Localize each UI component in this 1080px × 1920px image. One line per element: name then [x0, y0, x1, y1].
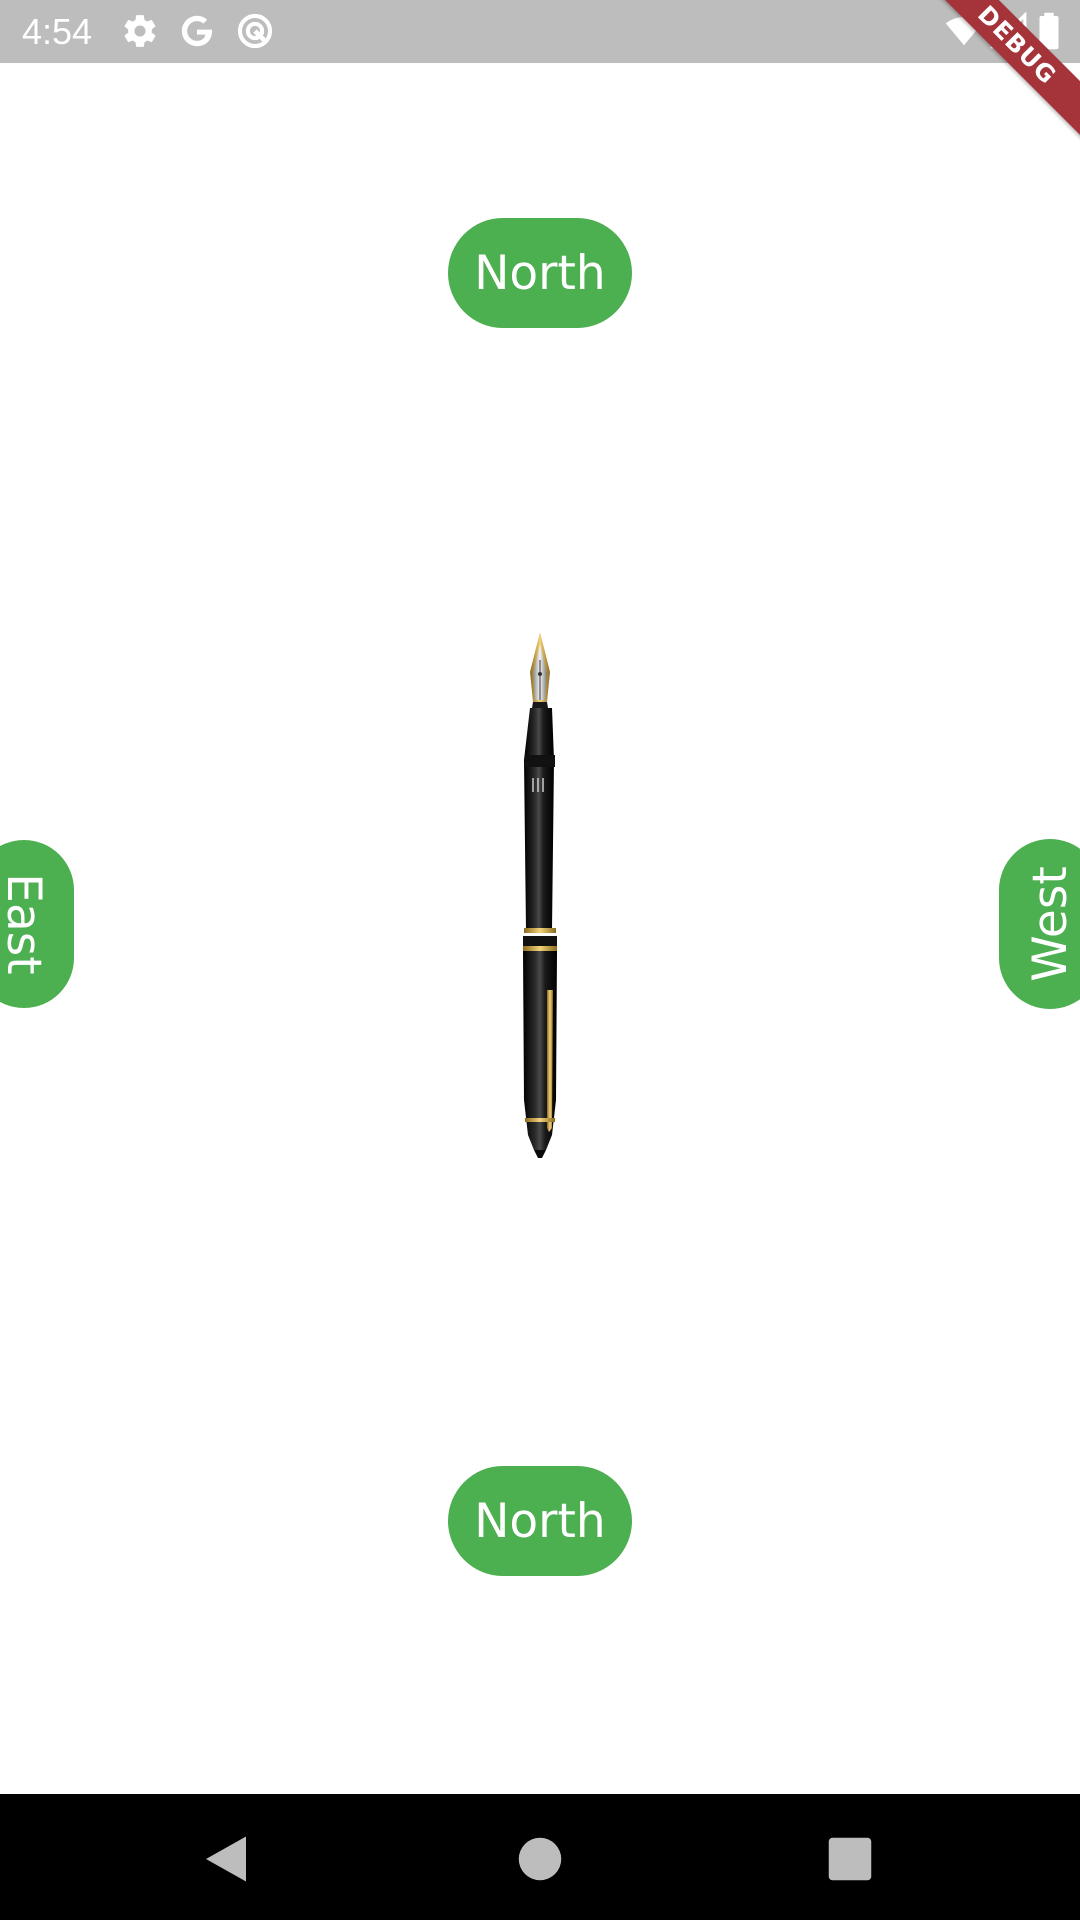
screen: 4:54 DEBUG North East West North — [0, 0, 1080, 1920]
google-icon — [178, 12, 216, 50]
north-bottom-button[interactable]: North — [448, 1466, 632, 1576]
sync-icon — [236, 12, 274, 50]
east-button[interactable]: East — [0, 840, 74, 1008]
home-icon[interactable] — [510, 1829, 570, 1889]
status-bar: 4:54 — [0, 0, 1080, 63]
settings-icon — [121, 12, 159, 50]
back-icon[interactable] — [196, 1829, 256, 1889]
fountain-pen-image — [500, 630, 580, 1160]
navigation-bar — [0, 1794, 1080, 1920]
status-time: 4:54 — [22, 11, 93, 52]
west-button[interactable]: West — [999, 839, 1080, 1009]
north-top-button[interactable]: North — [448, 218, 632, 328]
recents-icon[interactable] — [820, 1829, 880, 1889]
